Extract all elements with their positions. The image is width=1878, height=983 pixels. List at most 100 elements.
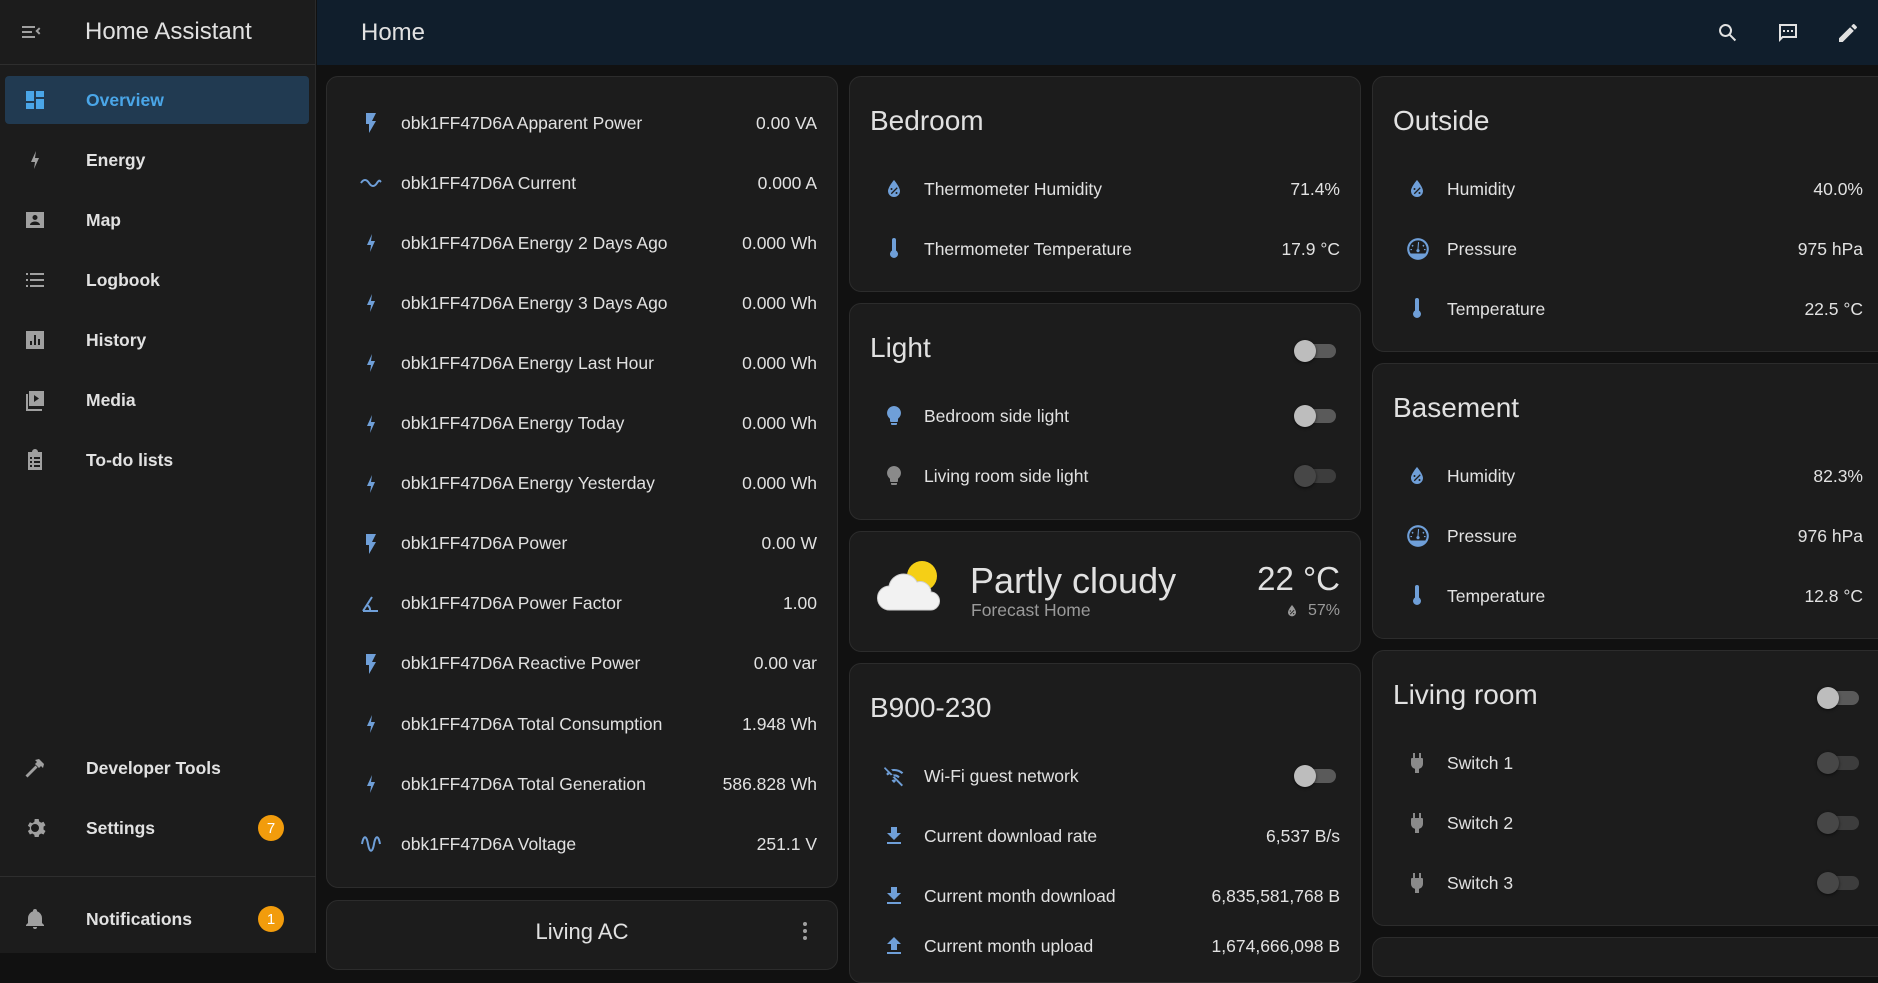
entity-value: 71.4% [1290, 178, 1340, 199]
wifi-guest-network-toggle[interactable] [1294, 765, 1338, 787]
entity-name: Switch 3 [1447, 872, 1514, 893]
sidebar-divider [0, 876, 316, 877]
entity-row[interactable]: Temperature 22.5 °C [1373, 289, 1878, 329]
entity-name: obk1FF47D6A Voltage [401, 833, 577, 854]
weather-card[interactable]: Partly cloudy Forecast Home 22 °C 57% [849, 531, 1361, 652]
living-room-card: Living room Switch 1 Switch 2 Switch 3 [1372, 650, 1878, 926]
bedroom-side-light-toggle[interactable] [1294, 405, 1338, 427]
sidebar-item-label: Map [86, 209, 121, 230]
entity-name: obk1FF47D6A Apparent Power [401, 112, 643, 133]
sidebar-item-todo[interactable]: To-do lists [5, 436, 309, 484]
lightning-icon [347, 772, 401, 796]
sidebar-item-label: Overview [86, 89, 164, 110]
entity-row[interactable]: Wi-Fi guest network [850, 756, 1360, 796]
entity-name: Wi-Fi guest network [924, 765, 1079, 786]
entity-row[interactable]: obk1FF47D6A Energy 2 Days Ago 0.000 Wh [327, 223, 837, 263]
entity-row[interactable]: obk1FF47D6A Total Consumption 1.948 Wh [327, 704, 837, 744]
sine-wave-icon [347, 832, 401, 856]
entity-row[interactable]: Living room side light [850, 456, 1360, 496]
edit-pencil-icon[interactable] [1818, 0, 1878, 65]
entity-value: 0.000 Wh [742, 232, 817, 253]
entity-row[interactable]: obk1FF47D6A Energy Yesterday 0.000 Wh [327, 464, 837, 504]
entity-value: 22.5 °C [1804, 298, 1863, 319]
page-title: Home [361, 18, 426, 46]
angle-icon [347, 592, 401, 616]
card-title: Basement [1393, 392, 1520, 423]
entity-row[interactable]: Humidity 40.0% [1373, 169, 1878, 209]
water-percent-icon [1287, 605, 1296, 617]
entity-name: Humidity [1447, 465, 1516, 486]
entity-row[interactable]: Pressure 976 hPa [1373, 516, 1878, 556]
sidebar-item-settings[interactable]: Settings 7 [5, 804, 309, 852]
menu-collapse-icon[interactable] [0, 0, 62, 65]
sidebar-item-developer-tools[interactable]: Developer Tools [5, 744, 309, 792]
living-room-group-toggle[interactable] [1817, 687, 1861, 709]
water-percent-icon [870, 177, 924, 201]
lightning-icon [347, 472, 401, 496]
entity-row[interactable]: Current month upload 1,674,666,098 B [850, 926, 1360, 966]
entity-name: Temperature [1447, 298, 1546, 319]
light-group-toggle[interactable] [1294, 340, 1338, 362]
entity-row[interactable]: Thermometer Temperature 17.9 °C [850, 229, 1360, 269]
entity-row[interactable]: obk1FF47D6A Energy Today 0.000 Wh [327, 404, 837, 444]
entity-row[interactable]: Bedroom side light [850, 396, 1360, 436]
obk-entities-card: obk1FF47D6A Apparent Power 0.00 VA obk1FF4… [326, 76, 838, 888]
power-plug-icon [1393, 871, 1447, 895]
sidebar-item-label: Logbook [86, 269, 160, 290]
living-ac-card[interactable]: Living AC [326, 900, 838, 970]
entity-row[interactable]: Switch 2 [1373, 803, 1878, 843]
sidebar-item-energy[interactable]: Energy [5, 136, 309, 184]
switch-3-toggle[interactable] [1817, 872, 1861, 894]
entity-row[interactable]: Current download rate 6,537 B/s [850, 816, 1360, 856]
sidebar-item-media[interactable]: Media [5, 376, 309, 424]
sidebar-item-map[interactable]: Map [5, 196, 309, 244]
entity-name: Temperature [1447, 585, 1546, 606]
weather-condition: Partly cloudy [970, 560, 1177, 601]
search-icon[interactable] [1698, 0, 1758, 65]
card-title: Living room [1393, 679, 1538, 710]
entity-row[interactable]: obk1FF47D6A Energy 3 Days Ago 0.000 Wh [327, 283, 837, 323]
entity-row[interactable]: Switch 1 [1373, 743, 1878, 783]
entity-name: Pressure [1447, 525, 1518, 546]
chart-box-icon [9, 328, 61, 352]
router-card: B900-230 Wi-Fi guest network Current dow… [849, 663, 1361, 983]
entity-row[interactable]: obk1FF47D6A Power Factor 1.00 [327, 584, 837, 624]
flash-icon [347, 652, 401, 676]
water-percent-icon [1393, 464, 1447, 488]
wifi-off-icon [870, 764, 924, 788]
dashboard-icon [9, 88, 61, 112]
entity-row[interactable]: obk1FF47D6A Voltage 251.1 V [327, 824, 837, 864]
entity-row[interactable]: Humidity 82.3% [1373, 456, 1878, 496]
assist-chat-icon[interactable] [1758, 0, 1818, 65]
entity-value: 6,537 B/s [1266, 825, 1340, 846]
more-vertical-icon[interactable] [793, 919, 817, 943]
entity-row[interactable]: Thermometer Humidity 71.4% [850, 169, 1360, 209]
entity-row[interactable]: Switch 3 [1373, 863, 1878, 903]
entity-row[interactable]: Temperature 12.8 °C [1373, 576, 1878, 616]
entity-row[interactable]: obk1FF47D6A Energy Last Hour 0.000 Wh [327, 343, 837, 383]
switch-2-toggle[interactable] [1817, 812, 1861, 834]
sidebar-item-label: Notifications [86, 908, 192, 929]
switch-1-toggle[interactable] [1817, 752, 1861, 774]
sidebar-item-notifications[interactable]: Notifications 1 [5, 895, 309, 943]
card-title: Outside [1393, 105, 1490, 136]
entity-row[interactable]: Pressure 975 hPa [1373, 229, 1878, 269]
living-room-side-light-toggle[interactable] [1294, 465, 1338, 487]
sidebar-item-history[interactable]: History [5, 316, 309, 364]
lightbulb-icon [870, 404, 924, 428]
entity-row[interactable]: obk1FF47D6A Current 0.000 A [327, 163, 837, 203]
entity-row[interactable]: obk1FF47D6A Power 0.00 W [327, 524, 837, 564]
sidebar-item-overview[interactable]: Overview [5, 76, 309, 124]
thermometer-icon [870, 237, 924, 261]
entity-value: 1.00 [782, 593, 817, 614]
entity-value: 12.8 °C [1804, 585, 1863, 606]
sidebar-item-logbook[interactable]: Logbook [5, 256, 309, 304]
water-percent-icon [1393, 177, 1447, 201]
entity-name: obk1FF47D6A Total Generation [401, 773, 646, 794]
entity-row[interactable]: obk1FF47D6A Reactive Power 0.00 var [327, 644, 837, 684]
clipboard-list-icon [9, 448, 61, 472]
entity-row[interactable]: obk1FF47D6A Apparent Power 0.00 VA [327, 103, 837, 143]
entity-row[interactable]: Current month download 6,835,581,768 B [850, 876, 1360, 916]
entity-name: obk1FF47D6A Energy Today [401, 413, 625, 433]
entity-row[interactable]: obk1FF47D6A Total Generation 586.828 Wh [327, 764, 837, 804]
